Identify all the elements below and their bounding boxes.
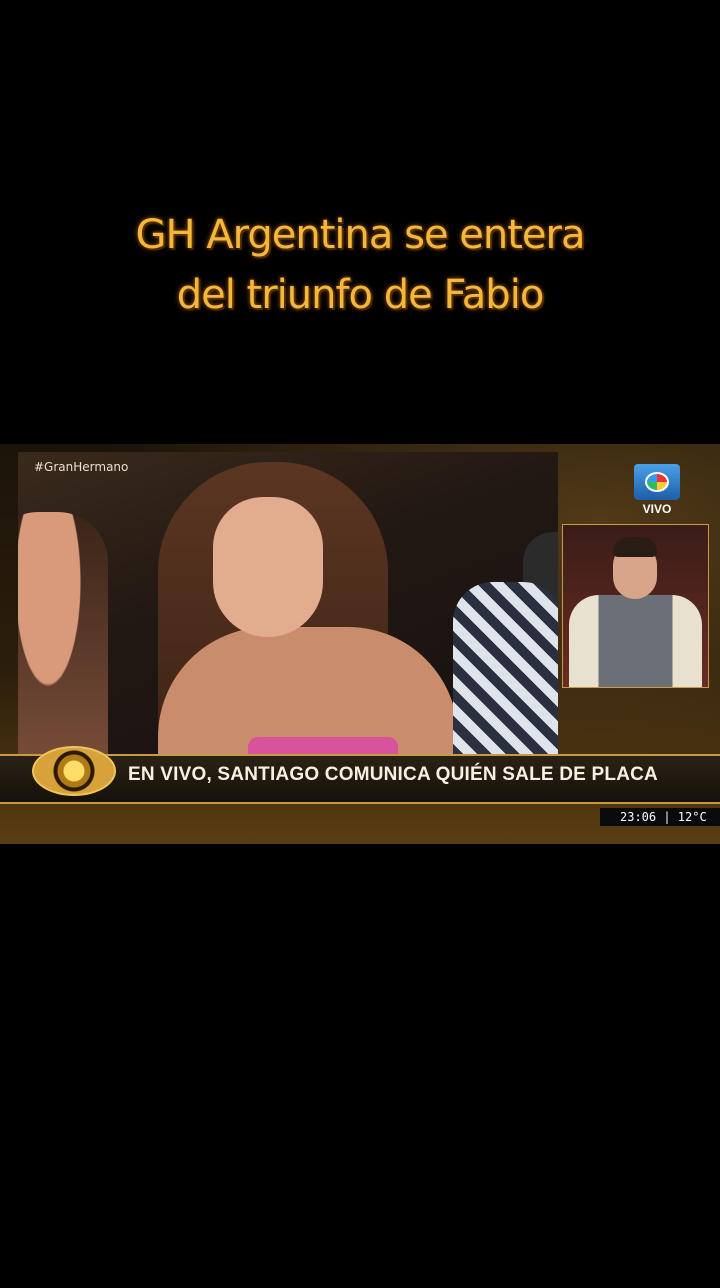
host-hair bbox=[613, 537, 657, 557]
headline-text: EN VIVO, SANTIAGO COMUNICA QUIÉN SALE DE… bbox=[128, 764, 658, 785]
telefe-eye-logo-icon bbox=[634, 464, 680, 500]
gran-hermano-eye-icon bbox=[32, 746, 116, 796]
person-right-image bbox=[453, 582, 558, 754]
host-body bbox=[569, 595, 702, 687]
hashtag-label: #GranHermano bbox=[34, 460, 129, 474]
live-label: VIVO bbox=[642, 502, 672, 516]
caption-line-2: del triunfo de Fabio bbox=[176, 272, 545, 318]
person-center-top bbox=[248, 737, 398, 754]
video-caption: GH Argentina se entera del triunfo de Fa… bbox=[0, 205, 720, 325]
host-pip-video bbox=[562, 524, 709, 688]
caption-line-1: GH Argentina se entera bbox=[135, 212, 586, 258]
main-video-feed: #GranHermano bbox=[18, 452, 558, 754]
tv-broadcast-frame[interactable]: #GranHermano VIVO EN VIVO, SANTIAGO COMU… bbox=[0, 444, 720, 844]
logo-eye-icon bbox=[645, 472, 669, 492]
person-left-image bbox=[18, 512, 108, 754]
person-center-face bbox=[213, 497, 323, 637]
clock-temperature: 23:06 | 12°C bbox=[600, 808, 720, 826]
